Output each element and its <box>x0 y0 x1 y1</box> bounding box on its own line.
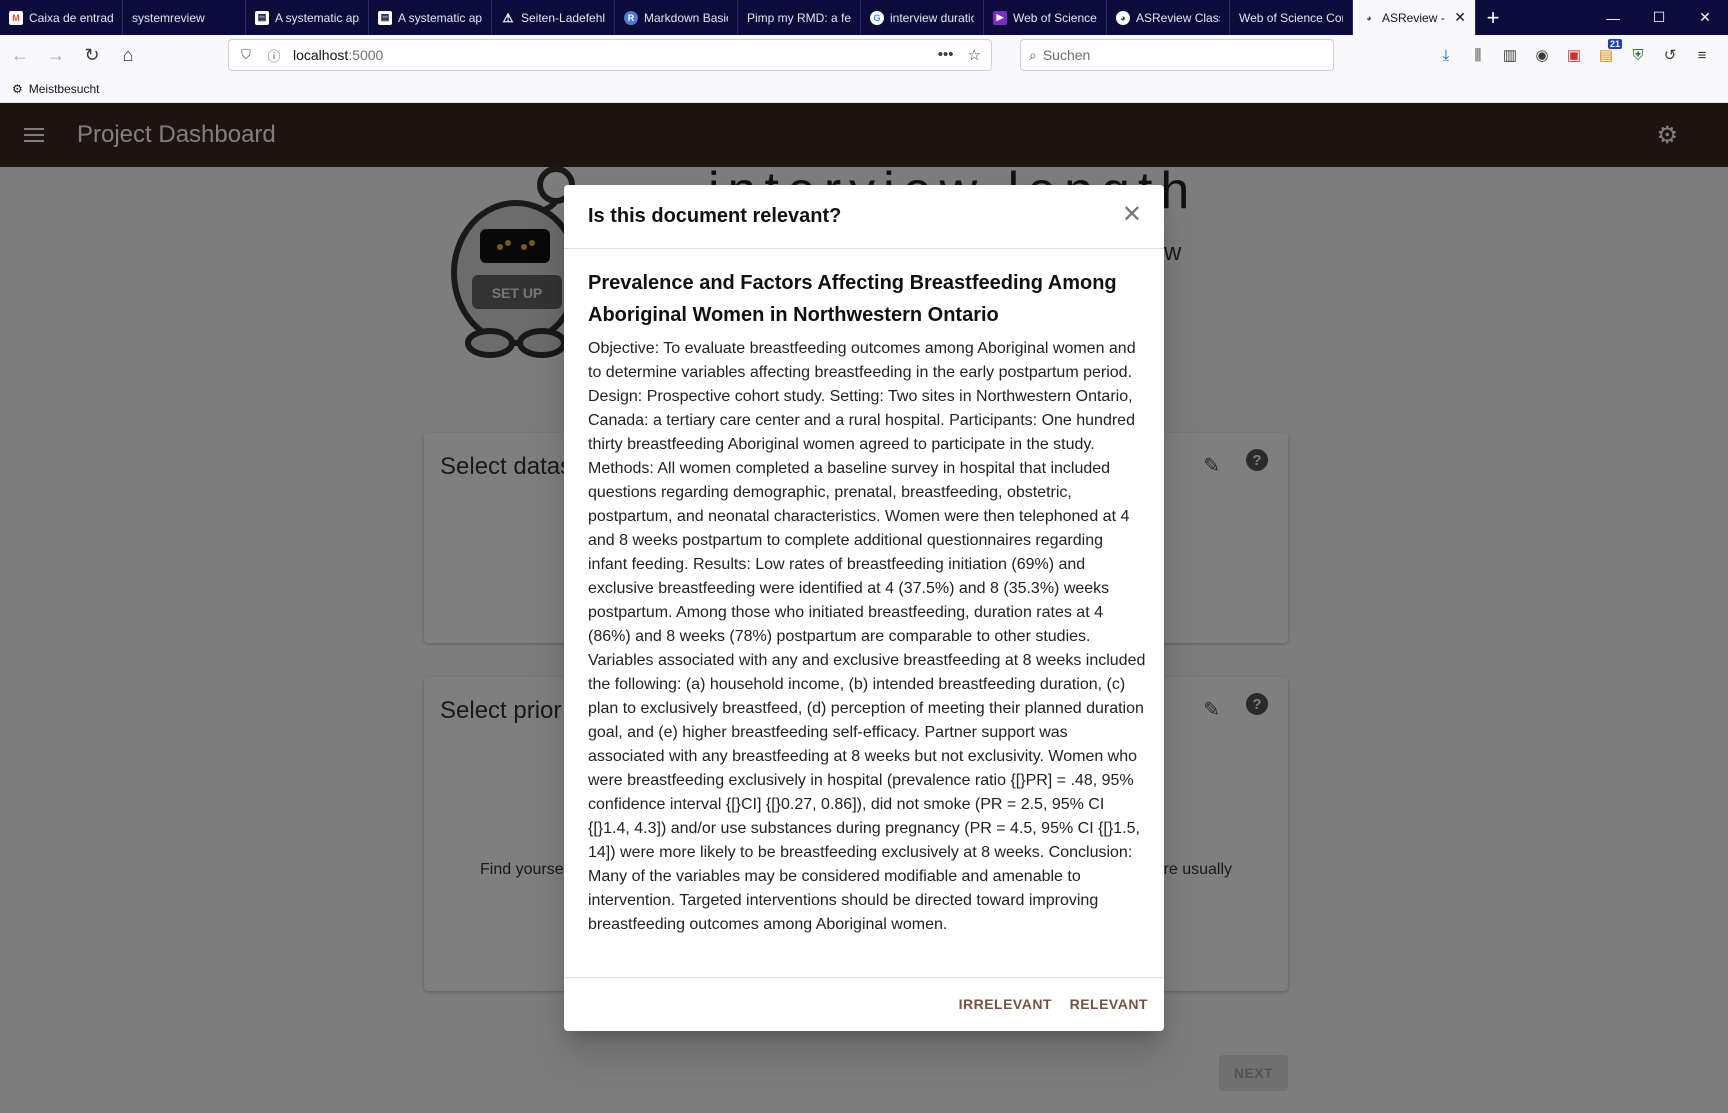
shield-addon-icon[interactable]: ⛨ <box>1622 39 1654 71</box>
browser-tab[interactable]: Pimp my RMD: a few tips <box>738 0 861 35</box>
browser-tab[interactable]: Web of Science Core <box>1230 0 1353 35</box>
back-arrow-addon-icon[interactable]: ↺ <box>1654 39 1686 71</box>
page-actions-icon[interactable]: ••• <box>938 46 954 64</box>
browser-tab[interactable]: ⚠ Seiten-Ladefehler <box>492 0 615 35</box>
tab-label: Web of Science Core <box>1239 10 1343 25</box>
url-actions: ••• ☆ <box>938 46 991 64</box>
asreview-icon: ◕ <box>1366 12 1372 23</box>
close-icon[interactable]: ✕ <box>1122 203 1142 227</box>
dialog-header: Is this document relevant? ✕ <box>564 185 1164 249</box>
document-icon: ▤ <box>378 10 392 25</box>
document-icon: ▤ <box>255 10 269 25</box>
forward-icon[interactable]: → <box>40 39 72 71</box>
bookmarks-bar: ⚙ Meistbesucht <box>0 75 1728 103</box>
maximize-icon[interactable]: ☐ <box>1636 0 1682 35</box>
tab-label: A systematic approach <box>275 10 359 25</box>
browser-tab[interactable]: M Caixa de entrada <box>0 0 123 35</box>
window-close-icon[interactable]: ✕ <box>1682 0 1728 35</box>
download-icon[interactable]: ⤓ <box>1430 39 1462 71</box>
shield-icon[interactable]: ⛉ <box>235 47 257 63</box>
tab-label: ASReview Classification <box>1136 10 1220 25</box>
gear-icon: ⚙ <box>12 81 23 96</box>
browser-tabbar: M Caixa de entrada systemreview ▤ A system… <box>0 0 1728 35</box>
google-icon: G <box>870 10 884 25</box>
browser-navbar: ← → ↻ ⌂ ⛉ ⓘ localhost:5000 ••• ☆ ⌕ Suche… <box>0 35 1728 75</box>
url-bar[interactable]: ⛉ ⓘ localhost:5000 ••• ☆ <box>228 39 992 71</box>
library-icon[interactable]: ⫼ <box>1462 39 1494 71</box>
asreview-icon: ◕ <box>1116 10 1130 25</box>
sidebar-icon[interactable]: ▥ <box>1494 39 1526 71</box>
toolbar-icons: ⤓ ⫼ ▥ ◉ ▣ ▤ 21 ⛨ ↺ ≡ <box>1430 39 1718 71</box>
screen: M Caixa de entrada systemreview ▤ A system… <box>0 0 1728 1113</box>
tab-label: systemreview <box>132 10 205 25</box>
r-icon: R <box>624 10 638 25</box>
warning-icon: ⚠ <box>502 10 514 25</box>
browser-tab-active[interactable]: ◕ ASReview - ✕ <box>1353 0 1476 35</box>
search-icon: ⌕ <box>1029 46 1037 63</box>
tab-label: Seiten-Ladefehler <box>521 10 605 25</box>
new-tab-icon[interactable]: + <box>1476 0 1510 35</box>
browser-tab[interactable]: R Markdown Basics <box>615 0 738 35</box>
search-placeholder: Suchen <box>1042 47 1091 63</box>
relevant-button[interactable]: RELEVANT <box>1070 996 1148 1012</box>
reload-icon[interactable]: ↻ <box>76 39 108 71</box>
info-icon[interactable]: ⓘ <box>263 46 285 65</box>
addon-badge-icon[interactable]: ▤ 21 <box>1590 39 1622 71</box>
home-icon[interactable]: ⌂ <box>112 39 144 71</box>
wos-icon: ▶ <box>993 10 1007 25</box>
browser-tab[interactable]: ▶ Web of Science <box>984 0 1107 35</box>
document-abstract: Objective: To evaluate breastfeeding out… <box>588 340 1146 933</box>
bookmark-star-icon[interactable]: ☆ <box>968 46 981 64</box>
tab-label: Caixa de entrada <box>29 10 113 25</box>
addon-badge: 21 <box>1607 39 1622 49</box>
browser-tab[interactable]: Ginterview duration <box>861 0 984 35</box>
tab-label: Markdown Basics <box>644 10 728 25</box>
browser-tab[interactable]: systemreview <box>123 0 246 35</box>
tab-label: A systematic approach <box>398 10 482 25</box>
search-input[interactable]: ⌕ Suchen <box>1020 39 1334 71</box>
tab-label: Pimp my RMD: a few tips <box>747 10 851 25</box>
browser-tab[interactable]: ▤ A systematic approach <box>369 0 492 35</box>
back-icon[interactable]: ← <box>4 39 36 71</box>
document-title: Prevalence and Factors Affecting Breastf… <box>588 272 1117 326</box>
tab-label: Web of Science <box>1013 10 1097 25</box>
window-controls: — ☐ ✕ <box>1590 0 1728 35</box>
irrelevant-button[interactable]: IRRELEVANT <box>959 996 1052 1012</box>
gmail-icon: M <box>9 10 23 25</box>
relevance-dialog: Is this document relevant? ✕ Prevalence … <box>564 185 1164 1031</box>
tab-label: ASReview - <box>1382 10 1445 25</box>
bookmark-item[interactable]: Meistbesucht <box>29 82 100 96</box>
hamburger-menu-icon[interactable]: ≡ <box>1686 39 1718 71</box>
browser-tab[interactable]: ▤ A systematic approach <box>246 0 369 35</box>
tab-label: interview duration <box>890 10 974 25</box>
addon-red-icon[interactable]: ▣ <box>1558 39 1590 71</box>
url-host: localhost <box>293 47 349 63</box>
minimize-icon[interactable]: — <box>1590 0 1636 35</box>
account-icon[interactable]: ◉ <box>1526 39 1558 71</box>
dialog-title: Is this document relevant? <box>588 205 842 227</box>
url-port: :5000 <box>348 47 384 63</box>
dialog-actions: IRRELEVANT RELEVANT <box>564 977 1164 1031</box>
close-tab-icon[interactable]: ✕ <box>1454 9 1466 26</box>
browser-tab[interactable]: ◕ ASReview Classification <box>1107 0 1230 35</box>
